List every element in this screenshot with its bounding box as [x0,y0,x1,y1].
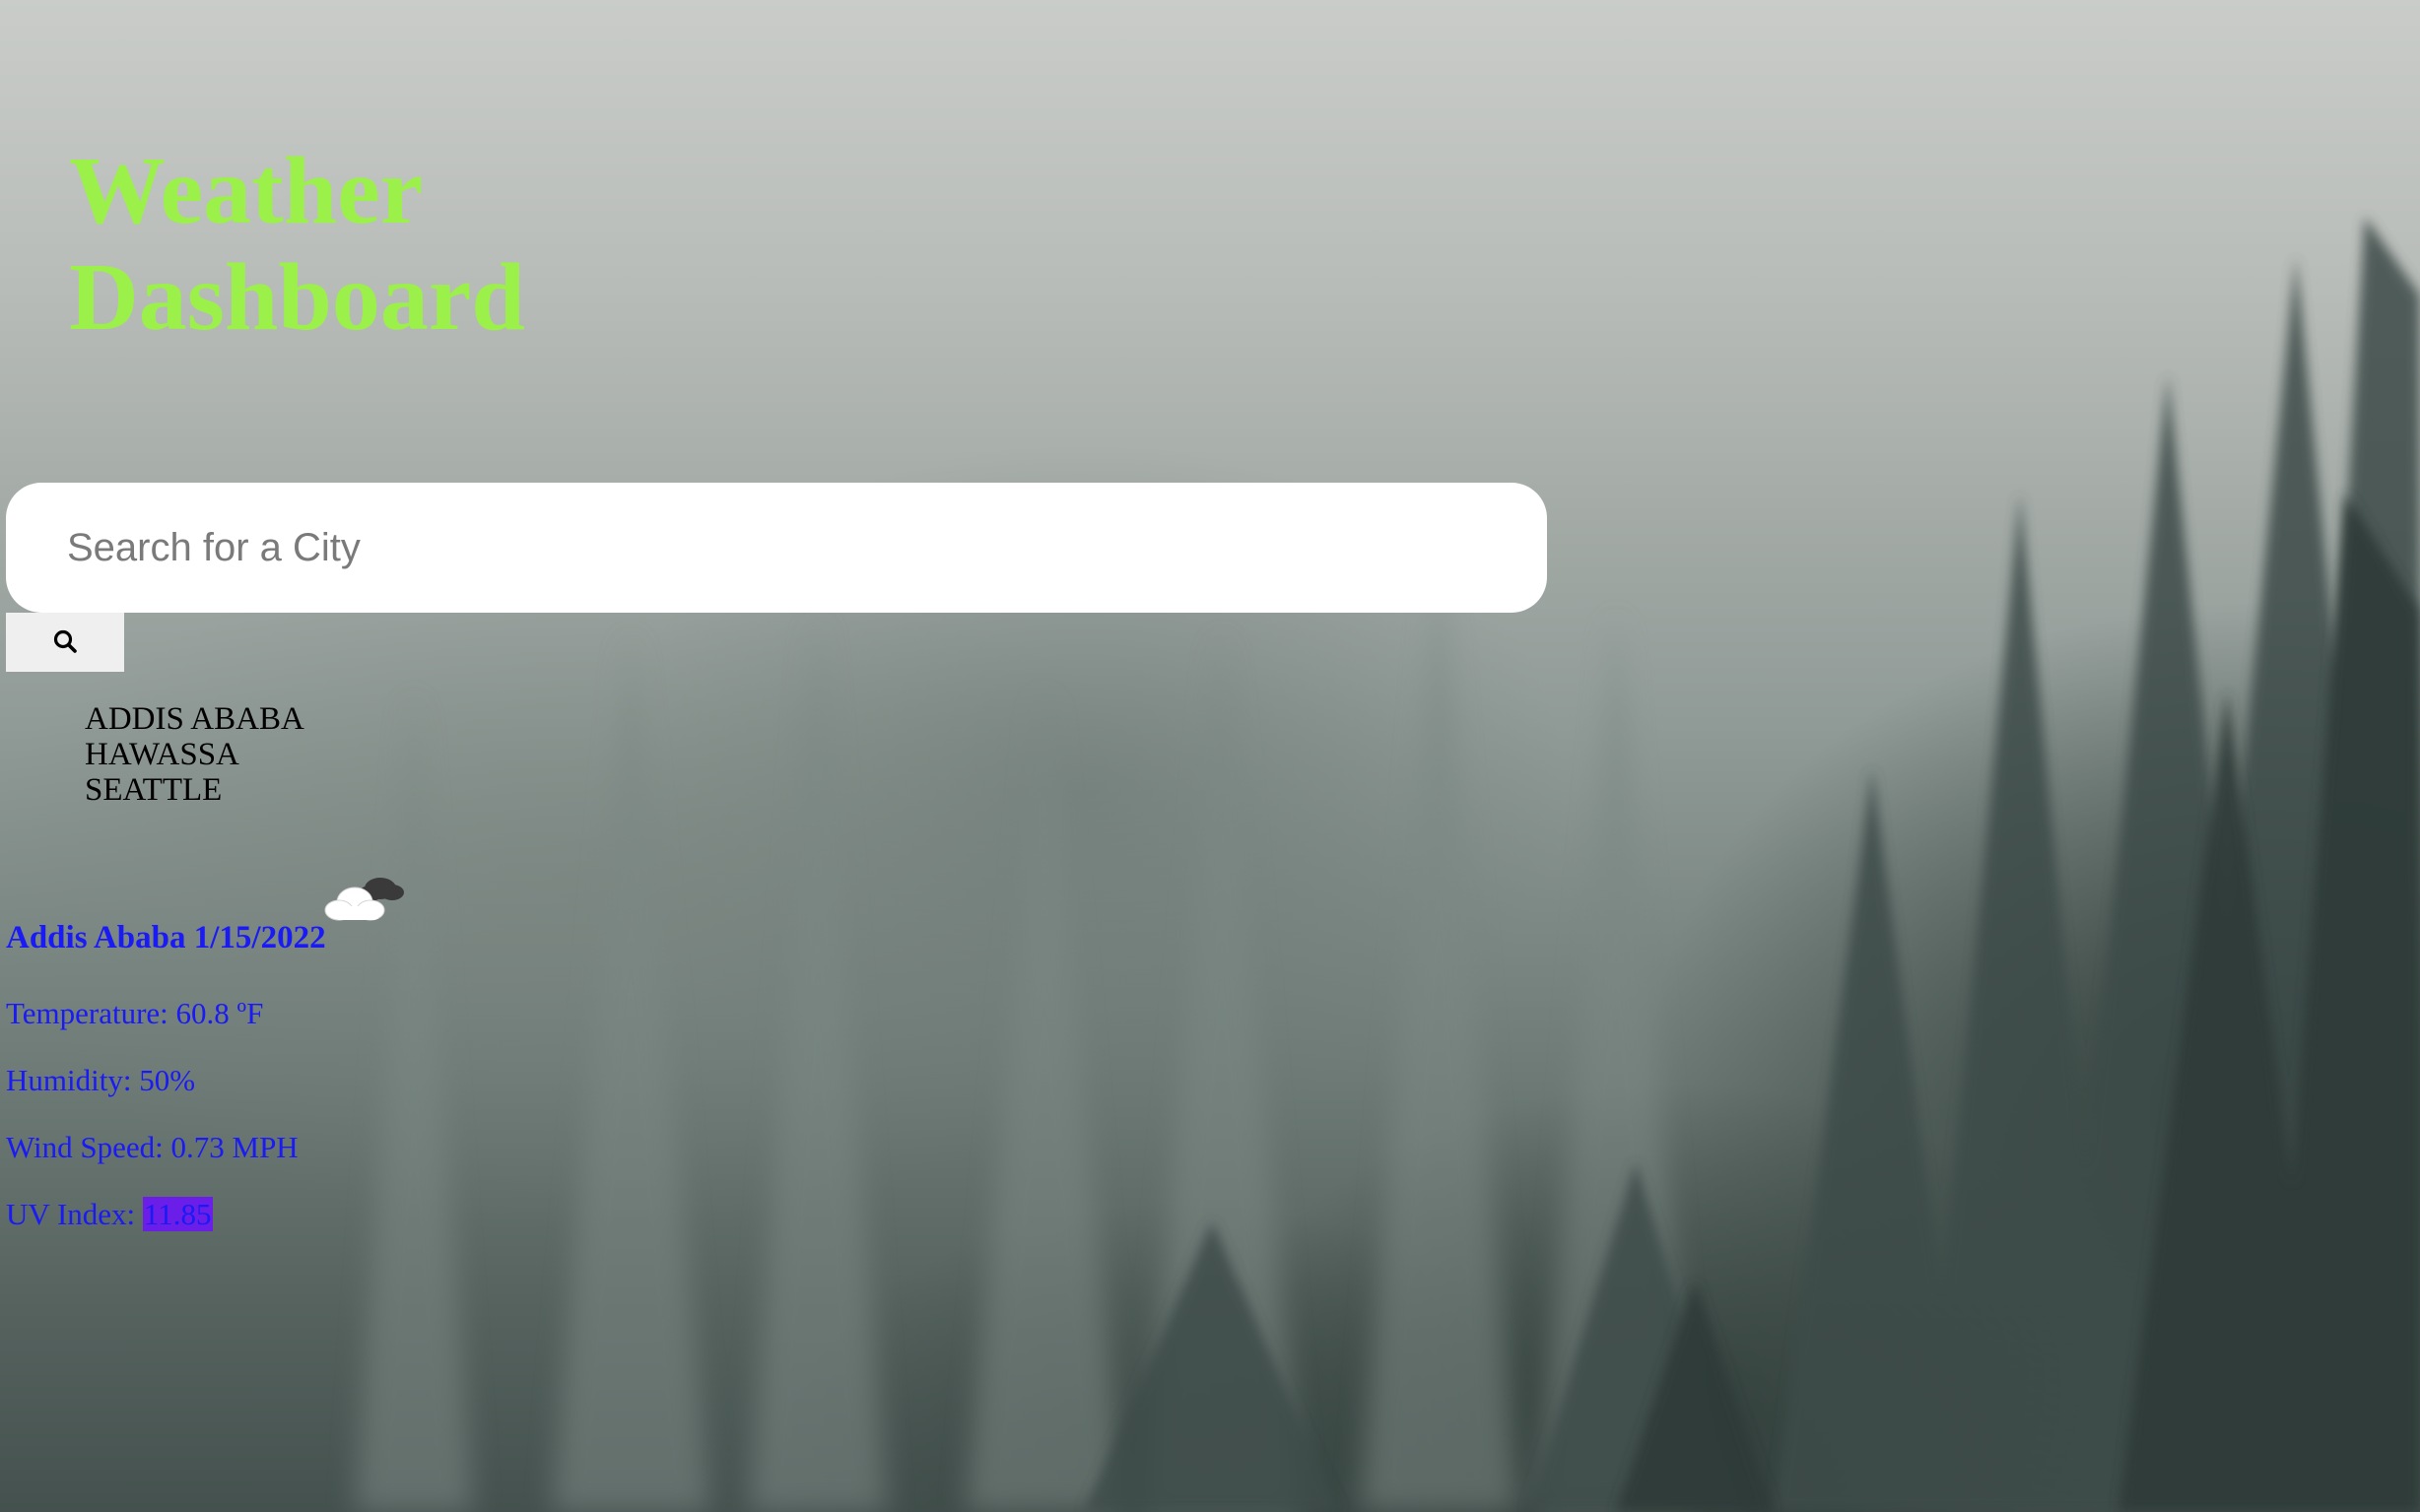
uv-index-row: UV Index: 11.85 [6,1196,213,1233]
history-item[interactable]: HAWASSA [85,737,304,772]
search-history-list: ADDIS ABABA HAWASSA SEATTLE [85,701,304,808]
search-icon [52,628,78,657]
uv-index-label: UV Index: [6,1197,143,1231]
page-title-line-1: Weather [69,138,424,244]
page-title: Weather Dashboard [69,138,581,351]
cloud-icon [323,867,412,926]
uv-index-badge: 11.85 [142,1197,213,1231]
temperature-value: Temperature: 60.8 ºF [6,996,264,1030]
history-item[interactable]: SEATTLE [85,772,304,808]
humidity-value: Humidity: 50% [6,1063,196,1097]
history-item[interactable]: ADDIS ABABA [85,701,304,737]
city-search-input[interactable] [6,483,1547,613]
search-button[interactable] [6,613,124,672]
wind-speed-value: Wind Speed: 0.73 MPH [6,1130,299,1164]
page-title-line-2: Dashboard [69,244,525,351]
current-city-date-heading: Addis Ababa 1/15/2022 [6,920,326,955]
